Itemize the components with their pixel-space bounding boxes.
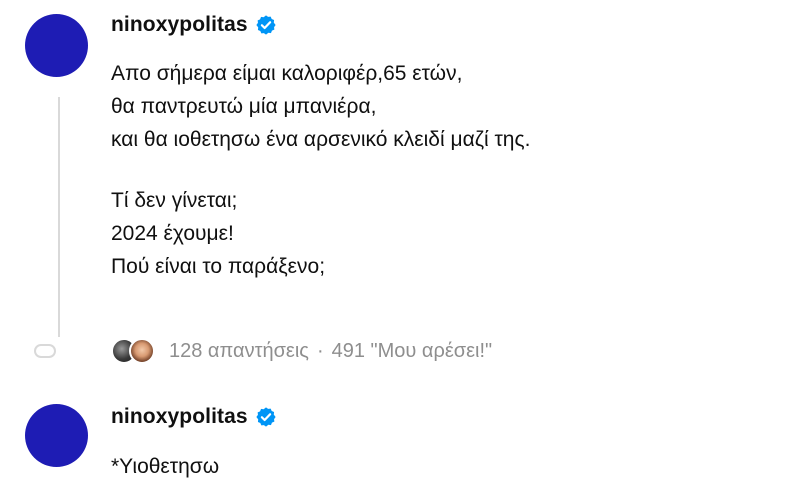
- post-text: *Υιοθετησω: [111, 450, 219, 483]
- replier-avatar: [129, 338, 155, 364]
- post-header: ninoxypolitas: [111, 405, 277, 429]
- separator-dot: ·: [316, 339, 324, 362]
- avatar[interactable]: [25, 404, 88, 467]
- text-line: 2024 έχουμε!: [111, 222, 234, 245]
- avatar[interactable]: [25, 14, 88, 77]
- text-line: Τί δεν γίνεται;: [111, 189, 238, 212]
- text-line: Απο σήμερα είμαι καλοριφέρ,65 ετών,: [111, 62, 463, 85]
- thread-connector-line: [58, 97, 60, 337]
- text-line: θα παντρευτώ μία μπανιέρα,: [111, 95, 377, 118]
- text-line: *Υιοθετησω: [111, 455, 220, 478]
- likes-count-link[interactable]: 491 "Μου αρέσει!": [332, 340, 493, 363]
- replies-count-link[interactable]: 128 απαντήσεις: [169, 340, 309, 363]
- verified-badge-icon: [256, 15, 276, 35]
- text-line: και θα ιοθετησω ένα αρσενικό κλειδί μαζί…: [111, 128, 531, 151]
- thread-loop-icon: [34, 344, 56, 358]
- post-header: ninoxypolitas: [111, 13, 277, 37]
- username[interactable]: ninoxypolitas: [111, 405, 248, 429]
- verified-badge-icon: [256, 407, 276, 427]
- engagement-bar: 128 απαντήσεις · 491 "Μου αρέσει!": [111, 338, 492, 364]
- replier-avatars: [111, 338, 155, 364]
- username[interactable]: ninoxypolitas: [111, 13, 248, 37]
- post-text: Απο σήμερα είμαι καλοριφέρ,65 ετών, θα π…: [111, 57, 530, 283]
- text-line: Πού είναι το παράξενο;: [111, 255, 326, 278]
